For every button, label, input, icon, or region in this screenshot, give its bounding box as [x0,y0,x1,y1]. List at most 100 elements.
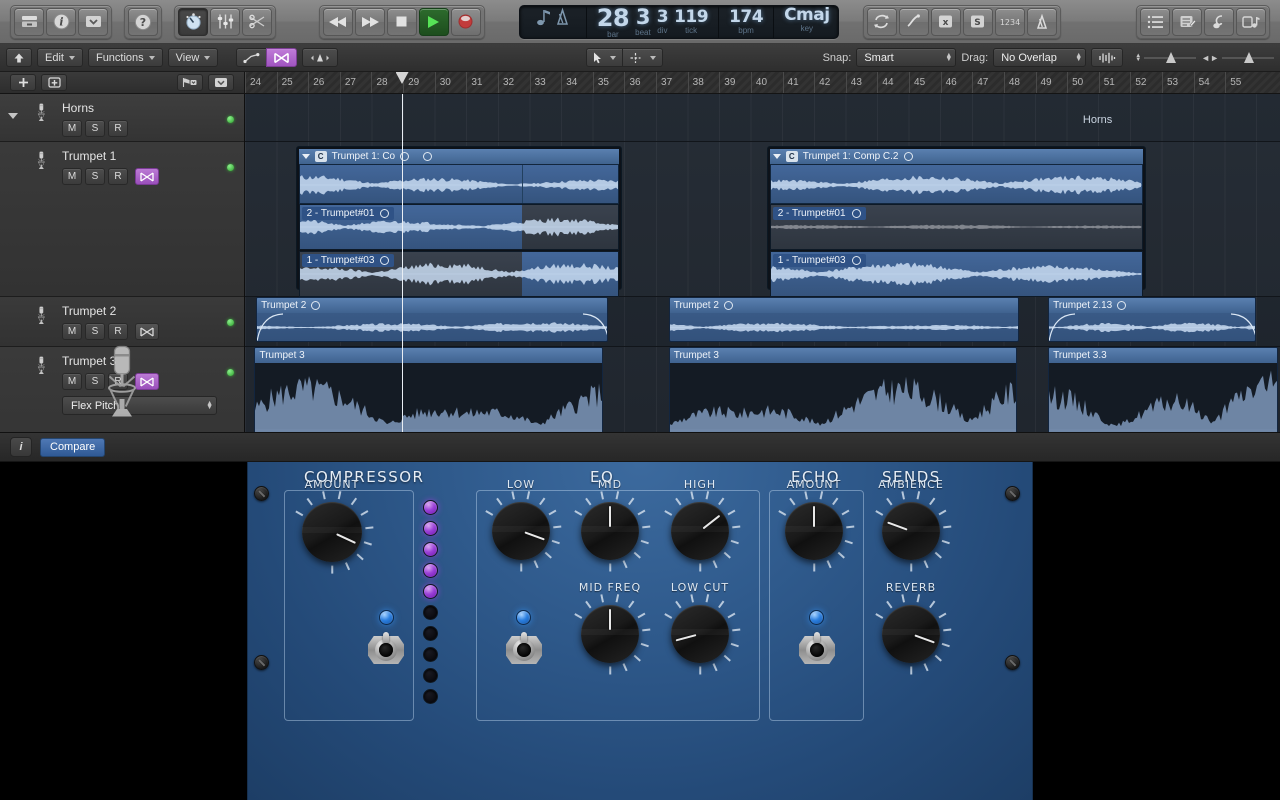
knob-sends-reverb[interactable]: REVERB [882,605,940,663]
knob-echo-amount[interactable]: AMOUNT [785,502,843,560]
region-loop-icon[interactable] [724,301,733,310]
track-config-icon[interactable] [177,74,203,91]
knob-dial[interactable] [581,502,639,560]
track-s-button[interactable]: S [85,120,105,137]
take-lane[interactable]: 1 - Trumpet#03 [299,251,619,297]
lcd-display[interactable]: 28 bar 3 beat 3 div 119 tick 174 [519,5,839,39]
audio-region[interactable]: Trumpet 3 [669,347,1017,432]
region-loop-icon[interactable] [311,301,320,310]
track-on-indicator[interactable] [227,164,234,171]
stop-button[interactable] [387,8,417,36]
track-s-button[interactable]: S [85,373,105,390]
take-label[interactable]: 1 - Trumpet#03 [302,254,395,267]
editors-icon[interactable] [242,8,272,36]
smart-controls-panel[interactable]: COMPRESSORAMOUNTEQLOWMIDHIGHMID FREQLOW … [247,462,1033,800]
region-header[interactable]: Trumpet 2.13 [1049,298,1255,313]
take-folder-extra-icon[interactable] [423,152,432,161]
pointer-tool[interactable] [586,48,622,67]
knob-eq-low[interactable]: LOW [492,502,550,560]
track-on-indicator[interactable] [227,319,234,326]
track-on-indicator[interactable] [227,116,234,123]
audio-region[interactable]: Trumpet 2 [256,297,608,342]
region-waveform[interactable] [1049,313,1255,342]
compressor-bypass-toggle[interactable] [368,632,404,668]
track-flex-button[interactable] [135,168,159,185]
take-label[interactable]: 2 - Trumpet#01 [773,207,866,220]
knob-dial[interactable] [492,502,550,560]
automation-button[interactable] [236,48,266,67]
media-browser-button[interactable] [1236,8,1266,36]
help-icon[interactable]: ? [128,8,158,36]
track-m-button[interactable]: M [62,120,82,137]
chevron-down-icon[interactable] [302,154,310,159]
track-header-trumpet-2[interactable]: Trumpet 2MSR [0,297,244,347]
region-waveform[interactable] [670,363,1016,432]
drag-select[interactable]: No Overlap ▲▼ [993,48,1086,67]
knob-dial[interactable] [882,605,940,663]
track-r-button[interactable]: R [108,323,128,340]
collapse-icon[interactable] [208,74,234,91]
take-folder-header[interactable]: CTrumpet 1: Comp C.2 [770,149,1143,164]
lcd-mode-icon[interactable] [520,6,587,38]
comp-waveform[interactable] [299,164,619,204]
replace-button[interactable]: x [931,8,961,36]
notes-button[interactable] [1172,8,1202,36]
knob-eq-mid-freq[interactable]: MID FREQ [581,605,639,663]
take-loop-icon[interactable] [380,256,389,265]
arrange-canvas[interactable]: HornsCTrumpet 1: Co2 - Trumpet#011 - Tru… [245,94,1280,432]
knob-dial[interactable] [785,502,843,560]
lcd-beat[interactable]: 3 beat [632,7,654,37]
record-button[interactable] [451,8,481,36]
take-label[interactable]: 1 - Trumpet#03 [773,254,866,267]
region-waveform[interactable] [255,363,602,432]
lcd-key[interactable]: Cmaj key [774,6,839,38]
track-m-button[interactable]: M [62,373,82,390]
metronome-button[interactable] [1027,8,1057,36]
library-icon[interactable] [14,8,44,36]
catch-button[interactable] [302,48,338,67]
solo-button[interactable]: S [963,8,993,36]
view-menu[interactable]: View [168,48,219,67]
knob-dial[interactable] [302,502,362,562]
audio-region[interactable]: Trumpet 3 [254,347,603,432]
take-folder[interactable]: CTrumpet 1: Comp C.2 2 - Trumpet#01 1 - Tr… [767,146,1146,290]
knob-dial[interactable] [581,605,639,663]
region-waveform[interactable] [670,313,1018,342]
knob-dial[interactable] [671,502,729,560]
knob-eq-high[interactable]: HIGH [671,502,729,560]
horizontal-zoom-slider[interactable]: ◄► [1201,53,1274,63]
region-header[interactable]: Trumpet 3 [670,348,1016,363]
waveform-zoom-button[interactable] [1091,48,1123,67]
track-m-button[interactable]: M [62,323,82,340]
flex-mode-select[interactable]: Flex Pitch▲▼ [62,396,217,415]
mixer-icon[interactable] [210,8,240,36]
punch-button[interactable] [899,8,929,36]
region-header[interactable]: Trumpet 2 [257,298,607,313]
track-r-button[interactable]: R [108,120,128,137]
region-header[interactable]: Trumpet 3.3 [1049,348,1277,363]
knob-eq-low-cut[interactable]: LOW CUT [671,605,729,663]
region-loop-icon[interactable] [1117,301,1126,310]
count-in-button[interactable]: 1234 [995,8,1025,36]
compare-button[interactable]: Compare [40,438,105,457]
track-flex-button[interactable] [135,323,159,340]
smart-controls-icon[interactable] [178,8,208,36]
track-s-button[interactable]: S [85,323,105,340]
list-editors-button[interactable] [1140,8,1170,36]
track-header-horns[interactable]: HornsMSR [0,94,244,142]
knob-sends-ambience[interactable]: AMBIENCE [882,502,940,560]
comp-badge[interactable]: C [315,151,327,162]
audio-region[interactable]: Trumpet 2 [669,297,1019,342]
track-on-indicator[interactable] [227,369,234,376]
knob-eq-mid[interactable]: MID [581,502,639,560]
play-button[interactable] [419,8,449,36]
forward-button[interactable] [355,8,385,36]
audio-region[interactable]: Trumpet 3.3 [1048,347,1278,432]
track-r-button[interactable]: R [108,168,128,185]
eq-bypass-toggle[interactable] [506,632,542,668]
add-track-button[interactable] [10,74,36,91]
take-folder-header[interactable]: CTrumpet 1: Co [299,149,619,164]
lcd-tick[interactable]: 119 tick [671,7,711,35]
take-loop-icon[interactable] [852,256,861,265]
track-s-button[interactable]: S [85,168,105,185]
